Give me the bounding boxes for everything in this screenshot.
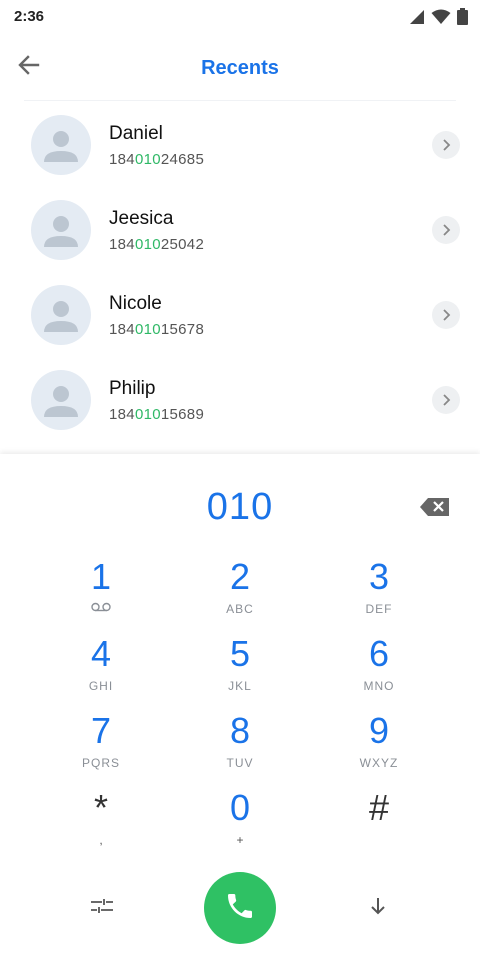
key-4[interactable]: 4 GHI — [41, 633, 161, 703]
number-match-highlight: 010 — [134, 236, 161, 253]
key-1[interactable]: 1 — [41, 556, 161, 626]
avatar — [31, 370, 91, 430]
key-5[interactable]: 5 JKL — [180, 633, 300, 703]
dialpad-panel: 010 1 2 ABC 3 DEF 4 GHI 5 JKL 6 MNO 7 PQ… — [0, 454, 480, 960]
dialpad-options-icon — [90, 897, 114, 920]
key-8[interactable]: 8 TUV — [180, 710, 300, 780]
number-match-highlight: 010 — [134, 151, 161, 168]
wifi-icon — [431, 9, 451, 25]
key-9[interactable]: 9 WXYZ — [319, 710, 439, 780]
key-digit: 2 — [229, 556, 251, 597]
status-icons — [409, 8, 468, 25]
contact-details-button[interactable] — [432, 216, 460, 244]
key-3[interactable]: 3 DEF — [319, 556, 439, 626]
phone-icon — [224, 890, 256, 927]
key-letters: + — [236, 833, 244, 847]
signal-icon — [409, 9, 425, 25]
contact-details-button[interactable] — [432, 301, 460, 329]
key-star[interactable]: * , — [41, 787, 161, 857]
key-digit: 0 — [229, 787, 251, 828]
contact-row[interactable]: Philip 18401015689 — [0, 359, 480, 444]
key-letters: DEF — [365, 602, 393, 616]
contact-row[interactable]: Daniel 18401024685 — [0, 104, 480, 189]
battery-icon — [457, 8, 468, 25]
key-letters: WXYZ — [359, 756, 399, 770]
header-divider — [24, 100, 456, 101]
key-digit: 5 — [229, 633, 251, 674]
contact-row[interactable]: Nicole 18401015678 — [0, 274, 480, 359]
contact-name: Nicole — [109, 293, 162, 314]
person-icon — [44, 386, 78, 417]
person-icon — [44, 301, 78, 332]
key-hash[interactable]: # — [319, 787, 439, 857]
contact-list: Daniel 18401024685 Jeesica 18401025042 N… — [0, 104, 480, 444]
key-digit: # — [368, 787, 390, 828]
arrow-down-icon — [368, 896, 388, 921]
chevron-right-icon — [443, 309, 451, 321]
dialer-bottom-controls — [0, 872, 480, 944]
contact-name: Daniel — [109, 123, 163, 144]
key-letters: PQRS — [81, 756, 120, 770]
contact-name: Jeesica — [109, 208, 174, 229]
chevron-right-icon — [443, 394, 451, 406]
contact-number: 18401025042 — [109, 236, 205, 253]
avatar — [31, 285, 91, 345]
key-2[interactable]: 2 ABC — [180, 556, 300, 626]
backspace-icon — [419, 497, 451, 522]
dialpad-options-button[interactable] — [82, 890, 122, 926]
voicemail-icon — [90, 601, 112, 617]
key-letters: GHI — [88, 679, 114, 693]
avatar — [31, 115, 91, 175]
backspace-button[interactable] — [414, 494, 456, 524]
number-match-highlight: 010 — [134, 406, 161, 423]
chevron-right-icon — [443, 139, 451, 151]
key-digit: 4 — [90, 633, 112, 674]
key-letters: JKL — [228, 679, 252, 693]
key-letters: TUV — [226, 756, 254, 770]
contact-details-button[interactable] — [432, 131, 460, 159]
key-letters: , — [99, 833, 103, 847]
key-7[interactable]: 7 PQRS — [41, 710, 161, 780]
contact-details-button[interactable] — [432, 386, 460, 414]
key-digit: 9 — [368, 710, 390, 751]
key-6[interactable]: 6 MNO — [319, 633, 439, 703]
contact-name: Philip — [109, 378, 156, 399]
key-digit: 6 — [368, 633, 390, 674]
number-match-highlight: 010 — [134, 321, 161, 338]
key-0[interactable]: 0 + — [180, 787, 300, 857]
avatar — [31, 200, 91, 260]
dialed-number-display[interactable]: 010 — [0, 486, 480, 529]
key-letters: ABC — [226, 602, 254, 616]
status-time: 2:36 — [14, 8, 45, 25]
contact-row[interactable]: Jeesica 18401025042 — [0, 189, 480, 274]
top-app-bar: Recents — [0, 34, 480, 100]
status-bar: 2:36 — [0, 0, 480, 34]
key-digit: 3 — [368, 556, 390, 597]
call-button[interactable] — [204, 872, 276, 944]
contact-number: 18401015678 — [109, 321, 205, 338]
key-digit: * — [93, 787, 108, 828]
chevron-right-icon — [443, 224, 451, 236]
page-title: Recents — [201, 57, 279, 79]
contact-number: 18401015689 — [109, 406, 205, 423]
contact-number: 18401024685 — [109, 151, 205, 168]
key-digit: 1 — [90, 556, 112, 597]
person-icon — [44, 216, 78, 247]
key-digit: 7 — [90, 710, 112, 751]
hide-dialpad-button[interactable] — [358, 890, 398, 926]
key-letters: MNO — [363, 679, 395, 693]
key-digit: 8 — [229, 710, 251, 751]
person-icon — [44, 131, 78, 162]
